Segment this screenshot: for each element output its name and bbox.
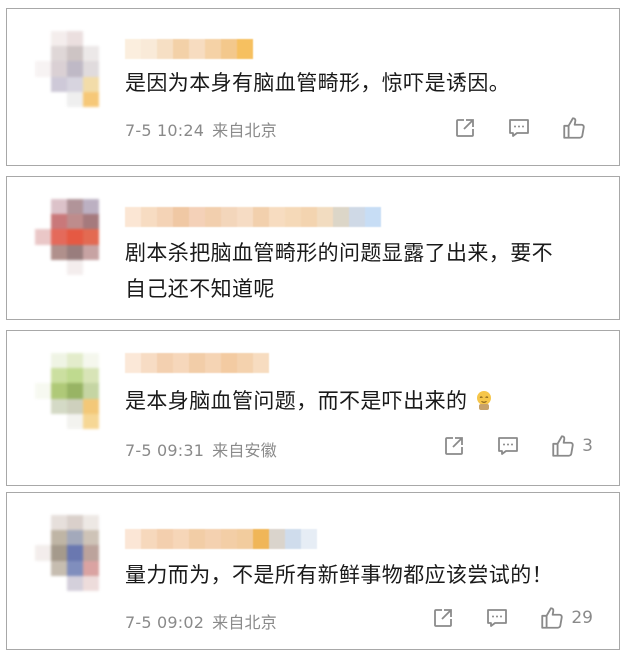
like-button[interactable] xyxy=(561,115,593,141)
like-icon xyxy=(552,435,574,457)
comment-location: 来自北京 xyxy=(212,613,277,632)
share-icon xyxy=(434,609,453,627)
comment-card: 是本身脑血管问题，而不是吓出来的 7-5 09:31 来自安徽 3 xyxy=(6,330,620,486)
comment-text: 剧本杀把脑血管畸形的问题显露了出来，要不 自己还不知道呢 xyxy=(125,235,605,307)
comment-icon xyxy=(487,609,508,627)
comment-text: 量力而为，不是所有新鲜事物都应该尝试的！ xyxy=(125,563,553,587)
like-button[interactable]: 29 xyxy=(539,605,593,631)
username-blurred[interactable] xyxy=(125,529,317,549)
comment-location: 来自北京 xyxy=(212,121,277,140)
like-button[interactable]: 3 xyxy=(550,433,593,459)
comment-meta: 7-5 09:02 来自北京 xyxy=(125,609,277,633)
comment-card: 量力而为，不是所有新鲜事物都应该尝试的！ 7-5 09:02 来自北京 29 xyxy=(6,492,620,650)
comment-card: 剧本杀把脑血管畸形的问题显露了出来，要不 自己还不知道呢 xyxy=(6,176,620,320)
comment-actions: 29 xyxy=(401,605,593,631)
comment-time: 7-5 09:02 xyxy=(125,613,205,632)
comment-text-line: 剧本杀把脑血管畸形的问题显露了出来，要不 xyxy=(125,241,553,265)
comment-text: 是本身脑血管问题，而不是吓出来的 xyxy=(125,383,605,419)
username-blurred[interactable] xyxy=(125,207,381,227)
share-button[interactable] xyxy=(453,116,477,140)
username-blurred[interactable] xyxy=(125,353,269,373)
comment-location: 来自安徽 xyxy=(212,441,277,460)
share-icon xyxy=(456,119,474,137)
comment-button[interactable] xyxy=(496,434,520,458)
comment-time: 7-5 10:24 xyxy=(125,121,205,140)
comment-text: 是因为本身有脑血管畸形，惊吓是诱因。 xyxy=(125,71,511,95)
comment-text-body: 是本身脑血管问题，而不是吓出来的 xyxy=(125,389,468,413)
comment-actions xyxy=(423,115,593,141)
comment-meta: 7-5 10:24 来自北京 xyxy=(125,117,277,141)
comment-time: 7-5 09:31 xyxy=(125,441,205,460)
comment-meta: 7-5 09:31 来自安徽 xyxy=(125,437,277,461)
share-button[interactable] xyxy=(431,606,455,630)
username-blurred[interactable] xyxy=(125,39,253,59)
avatar[interactable] xyxy=(35,353,115,429)
like-count: 3 xyxy=(582,436,593,456)
comment-button[interactable] xyxy=(507,116,531,140)
comment-actions: 3 xyxy=(412,433,593,459)
share-button[interactable] xyxy=(442,434,466,458)
emoji-face-icon xyxy=(477,391,492,410)
share-icon xyxy=(445,437,464,455)
like-icon xyxy=(541,607,564,629)
comment-icon xyxy=(498,437,519,455)
like-icon xyxy=(563,117,585,139)
avatar[interactable] xyxy=(35,31,115,107)
comment-icon xyxy=(509,119,529,137)
avatar[interactable] xyxy=(35,199,115,275)
comment-card: 是因为本身有脑血管畸形，惊吓是诱因。 7-5 10:24 来自北京 xyxy=(6,8,620,166)
comment-text-line: 自己还不知道呢 xyxy=(125,277,275,301)
avatar[interactable] xyxy=(35,515,115,591)
comment-button[interactable] xyxy=(485,606,509,630)
like-count: 29 xyxy=(571,608,593,628)
